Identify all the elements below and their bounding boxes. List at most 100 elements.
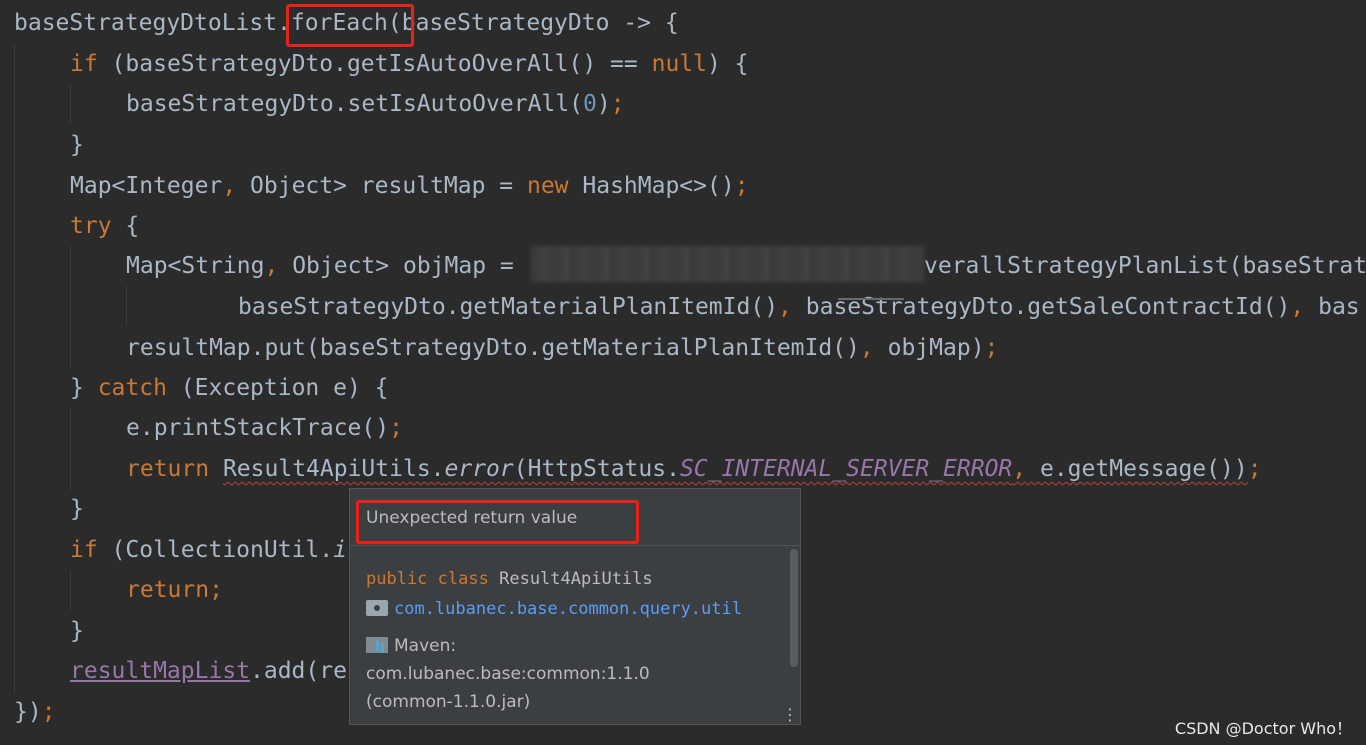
code-token: (CollectionUtil. bbox=[97, 537, 334, 563]
maven-info: Maven: com.lubanec.base:common:1.1.0 (co… bbox=[366, 632, 770, 716]
semicolon: ; bbox=[984, 335, 999, 361]
code-line[interactable]: baseStrategyDto.setIsAutoOverAll(0); bbox=[126, 84, 625, 124]
error-message-highlight-box bbox=[356, 500, 639, 544]
code-token: { bbox=[111, 213, 140, 239]
package-link[interactable]: com.lubanec.base.common.query.util bbox=[366, 596, 756, 622]
class-name: Result4ApiUtils bbox=[499, 569, 653, 589]
semicolon: ; bbox=[209, 577, 223, 603]
indent-guide bbox=[126, 286, 127, 326]
keyword-try: try bbox=[70, 213, 112, 239]
semicolon: ; bbox=[734, 173, 749, 199]
class-declaration: public class Result4ApiUtils bbox=[366, 564, 770, 594]
library-icon bbox=[366, 637, 388, 653]
code-token: i bbox=[333, 537, 347, 563]
indent-guide bbox=[70, 84, 71, 124]
code-line[interactable]: } bbox=[70, 125, 84, 165]
code-line[interactable]: e.printStackTrace(); bbox=[126, 408, 403, 448]
folder-icon bbox=[366, 600, 388, 616]
code-line-tail[interactable]: verallStrategyPlanList(baseStrat bbox=[924, 246, 1366, 286]
number-literal: 0 bbox=[582, 91, 597, 117]
foreach-highlight-box bbox=[286, 4, 414, 47]
comma: , bbox=[859, 335, 874, 361]
indent-guide bbox=[70, 246, 71, 368]
comma: , bbox=[778, 294, 792, 320]
static-constant: SC_INTERNAL_SERVER_ERROR bbox=[679, 456, 1013, 482]
code-token: (baseStrategyDto.getIsAutoOverAll() == bbox=[97, 51, 652, 77]
code-line[interactable]: Map<Integer, Object> resultMap = new Has… bbox=[70, 166, 749, 206]
code-line[interactable]: }); bbox=[14, 692, 56, 732]
code-token: Object> objMap = bbox=[278, 253, 528, 279]
semicolon: ; bbox=[610, 91, 625, 117]
indent-guide bbox=[70, 408, 71, 490]
code-token: }) bbox=[14, 699, 42, 725]
keyword-return: return bbox=[126, 577, 210, 603]
code-token: } bbox=[70, 618, 84, 644]
more-options-icon[interactable]: ⋮ bbox=[782, 707, 798, 723]
code-line[interactable]: try { bbox=[70, 206, 139, 246]
keyword-if: if bbox=[70, 51, 98, 77]
code-token: (HttpStatus. bbox=[513, 456, 680, 482]
keyword-if: if bbox=[70, 537, 98, 563]
code-token: bas bbox=[1304, 294, 1360, 320]
code-line[interactable]: } catch (Exception e) { bbox=[70, 368, 389, 408]
keyword-return: return bbox=[126, 456, 210, 482]
maven-coordinate: com.lubanec.base:common:1.1.0 bbox=[366, 664, 650, 684]
semicolon: ; bbox=[41, 699, 56, 725]
static-method: error bbox=[444, 456, 514, 482]
code-token: baseStrategyDto.setIsAutoOverAll( bbox=[126, 91, 583, 117]
indent-guide bbox=[70, 570, 71, 610]
code-line[interactable]: Map<String, Object> objMap = bbox=[126, 246, 528, 286]
code-token: verallStrategyPlanList(baseStrat bbox=[924, 253, 1366, 279]
field-reference[interactable]: resultMapList bbox=[70, 658, 250, 684]
code-line[interactable]: resultMapList.add(re bbox=[70, 651, 347, 691]
code-token: ) bbox=[596, 91, 611, 117]
csdn-watermark: CSDN @Doctor Who！ bbox=[1174, 719, 1352, 738]
redacted-region bbox=[530, 246, 924, 282]
semicolon: ; bbox=[389, 415, 403, 441]
maven-jar: (common-1.1.0.jar) bbox=[366, 692, 531, 712]
code-line[interactable]: return Result4ApiUtils.error(HttpStatus.… bbox=[126, 449, 1262, 489]
keyword-new: new bbox=[526, 173, 569, 199]
code-token: Map<Integer bbox=[70, 173, 223, 199]
tooltip-scrollbar[interactable] bbox=[790, 549, 798, 667]
keyword-class: class bbox=[437, 569, 489, 589]
code-token: Map<String bbox=[126, 253, 265, 279]
maven-label: Maven: bbox=[394, 636, 457, 656]
code-token: Object> resultMap = bbox=[236, 173, 527, 199]
code-token: e.getMessage()) bbox=[1026, 456, 1248, 482]
keyword-catch: catch bbox=[97, 375, 167, 401]
comma: , bbox=[1290, 294, 1305, 320]
code-token: (baseStrategyDto -> { bbox=[387, 10, 679, 36]
code-line[interactable]: resultMap.put(baseStrategyDto.getMateria… bbox=[126, 328, 998, 368]
code-line[interactable]: baseStrategyDto.getMaterialPlanItemId(),… bbox=[238, 287, 1360, 327]
code-token: .add(re bbox=[250, 658, 347, 684]
semicolon: ; bbox=[1247, 456, 1262, 482]
error-underlined-expression[interactable]: Result4ApiUtils.error(HttpStatus.SC_INTE… bbox=[223, 456, 1248, 482]
code-token: e.printStackTrace() bbox=[126, 415, 390, 441]
keyword-public: public bbox=[366, 569, 428, 589]
code-token: resultMap.put(baseStrategyDto.getMateria… bbox=[126, 335, 860, 361]
keyword-null: null bbox=[651, 51, 707, 77]
code-token: HashMap<>() bbox=[568, 173, 735, 199]
redacted-mark bbox=[838, 298, 904, 300]
code-token: } bbox=[70, 132, 84, 158]
code-token: baseStrategyDtoList. bbox=[14, 10, 291, 36]
comma: , bbox=[222, 173, 237, 199]
code-token: Result4ApiUtils. bbox=[222, 456, 445, 482]
code-line[interactable]: return; bbox=[126, 570, 223, 610]
code-token: baseStrategyDto.getMaterialPlanItemId() bbox=[238, 294, 779, 320]
indent-guide bbox=[14, 44, 15, 694]
code-line[interactable]: } bbox=[70, 489, 84, 529]
code-token: objMap) bbox=[873, 335, 985, 361]
code-token: } bbox=[70, 496, 84, 522]
code-line[interactable]: if (baseStrategyDto.getIsAutoOverAll() =… bbox=[70, 44, 749, 84]
code-token: ) { bbox=[706, 51, 749, 77]
comma: , bbox=[264, 253, 279, 279]
code-token: } bbox=[70, 375, 98, 401]
code-line[interactable]: } bbox=[70, 611, 84, 651]
code-line[interactable]: if (CollectionUtil.i bbox=[70, 530, 347, 570]
code-token: (Exception e) { bbox=[166, 375, 389, 401]
comma: , bbox=[1012, 456, 1027, 482]
package-name: com.lubanec.base.common.query.util bbox=[394, 599, 742, 619]
tooltip-documentation: public class Result4ApiUtils com.lubanec… bbox=[350, 546, 786, 724]
